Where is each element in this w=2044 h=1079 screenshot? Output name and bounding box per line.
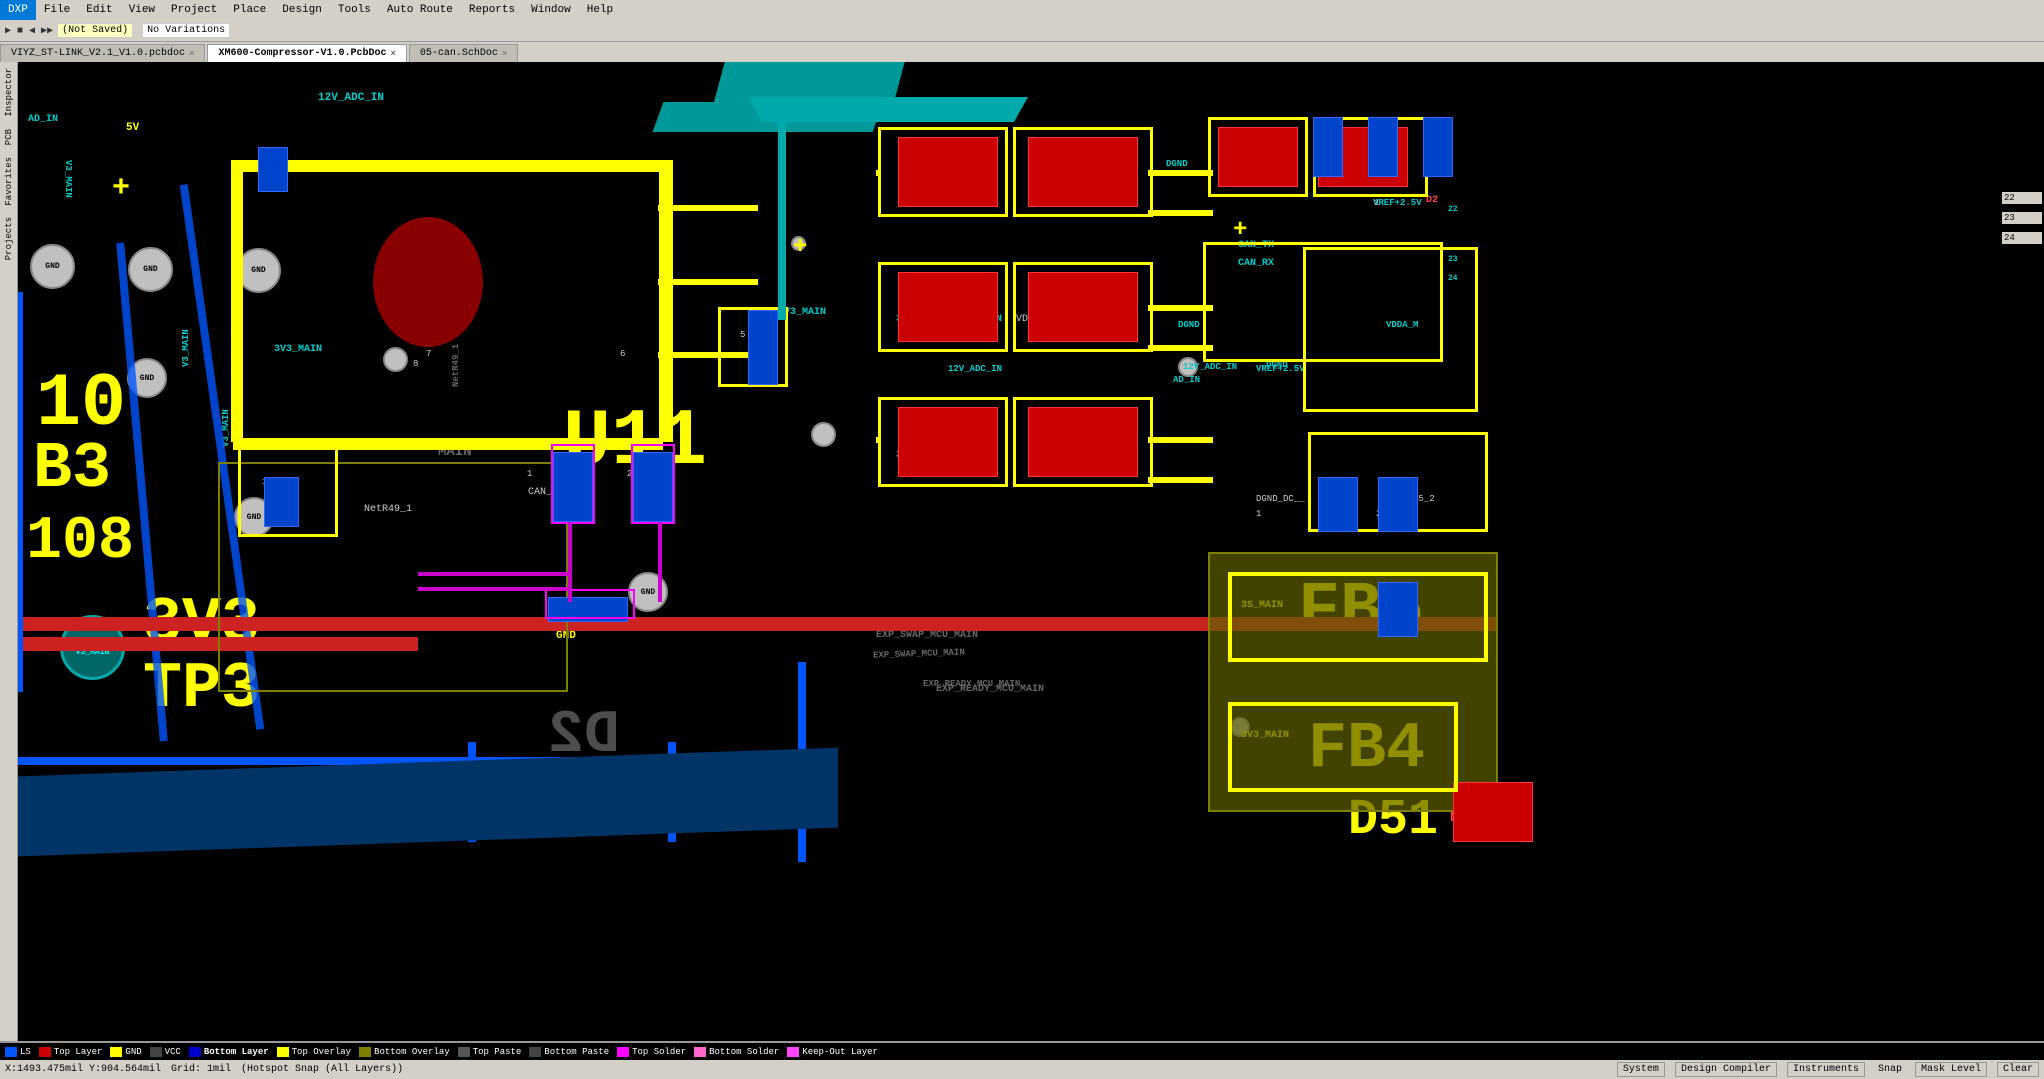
exp-swap-label: EXP_SWAP_MCU_MAIN bbox=[873, 647, 965, 660]
plus-1: + bbox=[112, 172, 130, 206]
net-ad-in-top: AD_IN bbox=[28, 114, 58, 125]
menu-project[interactable]: Project bbox=[163, 0, 225, 20]
system-btn[interactable]: System bbox=[1617, 1062, 1665, 1077]
legend-top-solder[interactable]: Top Solder bbox=[617, 1047, 686, 1057]
pin-22: 22 bbox=[1448, 205, 1458, 214]
pin-1d: 1 bbox=[1256, 509, 1261, 519]
menu-autoroute[interactable]: Auto Route bbox=[379, 0, 461, 20]
menu-view[interactable]: View bbox=[121, 0, 163, 20]
inspector-tab[interactable]: Inspector bbox=[2, 62, 16, 123]
net-5v: 5V bbox=[126, 122, 139, 134]
favorites-tab[interactable]: Favorites bbox=[2, 151, 16, 212]
menu-edit[interactable]: Edit bbox=[78, 0, 120, 20]
tab-can[interactable]: 05-can.SchDoc × bbox=[409, 44, 518, 62]
clear-btn[interactable]: Clear bbox=[1997, 1062, 2039, 1077]
net-vref: VREF+2.5V bbox=[1373, 198, 1422, 208]
save-status: (Not Saved) bbox=[57, 23, 133, 38]
gnd-circle-1: GND bbox=[30, 244, 75, 289]
via-2 bbox=[811, 422, 836, 447]
menu-dxp[interactable]: DXP bbox=[0, 0, 36, 20]
variation-selector[interactable]: No Variations bbox=[142, 23, 230, 38]
plus-2: + bbox=[793, 234, 807, 261]
exp-ready-label: EXP_READY_MCU_MAIN bbox=[923, 679, 1020, 689]
label-b3: B3 bbox=[33, 437, 111, 502]
legend-top-layer[interactable]: Top Layer bbox=[39, 1047, 103, 1057]
toolbar: ▶ ■ ◀ ▶▶ (Not Saved) No Variations bbox=[0, 20, 2044, 42]
net-dgnd-dc: DGND_DC__ bbox=[1256, 494, 1305, 504]
legend-top-overlay[interactable]: Top Overlay bbox=[277, 1047, 351, 1057]
net-12v-adc-3: 12V_ADC_IN bbox=[1183, 362, 1237, 372]
menu-place[interactable]: Place bbox=[225, 0, 274, 20]
legend-bottom-layer[interactable]: Bottom Layer bbox=[189, 1047, 269, 1057]
toolbar-icons: ▶ ■ ◀ ▶▶ bbox=[5, 25, 53, 37]
mask-level-btn[interactable]: Mask Level bbox=[1915, 1062, 1987, 1077]
tab-xm600[interactable]: XM600-Compressor-V1.0.PcbDoc × bbox=[207, 44, 406, 62]
projects-tab[interactable]: Projects bbox=[2, 211, 16, 266]
edge-23: 23 bbox=[2002, 212, 2042, 224]
menu-window[interactable]: Window bbox=[523, 0, 579, 20]
pcb-canvas[interactable]: GND GND GND GND GND GND 1V3_MAIN 10 B3 1… bbox=[18, 62, 2044, 1041]
design-compiler-btn[interactable]: Design Compiler bbox=[1675, 1062, 1777, 1077]
net-dgnd-2: DGND bbox=[1178, 320, 1200, 330]
net-12v-adc-in: 12V_ADC_IN bbox=[318, 92, 384, 104]
gnd-circle-2: GND bbox=[128, 247, 173, 292]
edge-24: 24 bbox=[2002, 232, 2042, 244]
legend-top-paste[interactable]: Top Paste bbox=[458, 1047, 522, 1057]
tab-bar: VIYZ_ST-LINK_V2.1_V1.0.pcbdoc × XM600-Co… bbox=[0, 42, 2044, 62]
plus-3: + bbox=[1233, 217, 1247, 244]
snap-info: (Hotspot Snap (All Layers)) bbox=[241, 1064, 403, 1075]
label-108: 108 bbox=[26, 512, 134, 572]
legend-ls[interactable]: LS bbox=[5, 1047, 31, 1057]
layer-legend: LS Top Layer GND VCC Bottom Layer Top Ov… bbox=[0, 1043, 2044, 1060]
legend-bottom-paste[interactable]: Bottom Paste bbox=[529, 1047, 609, 1057]
menu-tools[interactable]: Tools bbox=[330, 0, 379, 20]
legend-bottom-overlay[interactable]: Bottom Overlay bbox=[359, 1047, 450, 1057]
menu-help[interactable]: Help bbox=[579, 0, 621, 20]
net-dgnd-3: DGND bbox=[1166, 159, 1188, 169]
menu-reports[interactable]: Reports bbox=[461, 0, 523, 20]
instruments-btn[interactable]: Instruments bbox=[1787, 1062, 1865, 1077]
net-vref-2: VREF+2.5V bbox=[1256, 364, 1305, 374]
label-10: 10 bbox=[36, 367, 126, 442]
left-panel: Inspector PCB Favorites Projects bbox=[0, 62, 18, 1041]
net-12v-adc-2: 12V_ADC_IN bbox=[948, 364, 1002, 374]
pcb-tab[interactable]: PCB bbox=[2, 123, 16, 151]
net-ad-in: AD_IN bbox=[1173, 375, 1200, 385]
coordinates-bar: X:1493.475mil Y:904.564mil Grid: 1mil (H… bbox=[0, 1060, 2044, 1079]
edge-22: 22 bbox=[2002, 192, 2042, 204]
menu-design[interactable]: Design bbox=[274, 0, 330, 20]
v3-main-vert: V3_MAIN bbox=[181, 329, 191, 367]
legend-vcc[interactable]: VCC bbox=[150, 1047, 181, 1057]
menu-bar: DXP File Edit View Project Place Design … bbox=[0, 0, 2044, 20]
status-bar: LS Top Layer GND VCC Bottom Layer Top Ov… bbox=[0, 1041, 2044, 1079]
tab-viyz[interactable]: VIYZ_ST-LINK_V2.1_V1.0.pcbdoc × bbox=[0, 44, 205, 62]
net-exp-swap: EXP_SWAP_MCU_MAIN bbox=[876, 630, 978, 641]
pin-3: 3 bbox=[1374, 199, 1379, 208]
legend-keepout[interactable]: Keep-Out Layer bbox=[787, 1047, 878, 1057]
legend-gnd[interactable]: GND bbox=[110, 1047, 141, 1057]
coordinates: X:1493.475mil Y:904.564mil bbox=[5, 1064, 161, 1075]
legend-bottom-solder[interactable]: Bottom Solder bbox=[694, 1047, 779, 1057]
v3-main-left: V3_MAIN bbox=[63, 160, 73, 198]
snap-toggle[interactable]: Snap bbox=[1875, 1064, 1905, 1075]
grid: Grid: 1mil bbox=[171, 1064, 231, 1075]
menu-file[interactable]: File bbox=[36, 0, 78, 20]
